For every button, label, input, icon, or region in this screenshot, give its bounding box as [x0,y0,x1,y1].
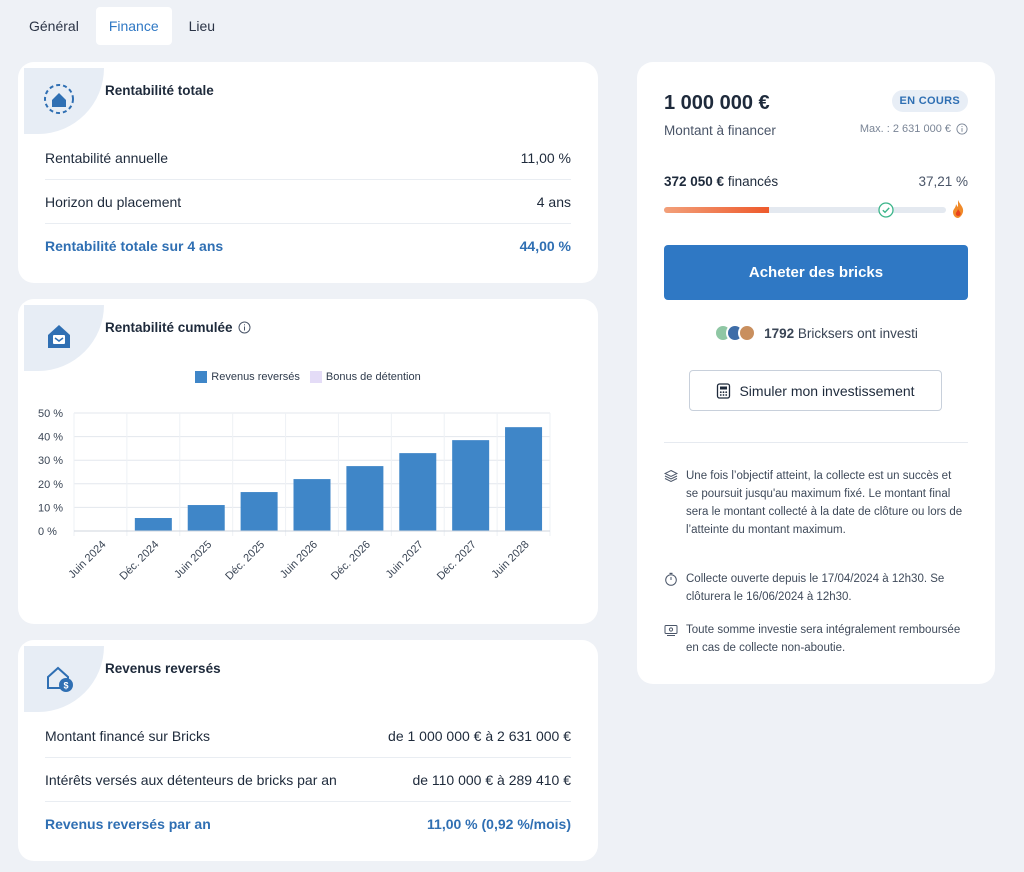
row-label: Revenus reversés par an [45,816,211,832]
revenus-reverses-card: $ Revenus reversés Montant financé sur B… [18,640,598,861]
x-tick-label: Déc. 2024 [118,539,162,583]
row-value: 11,00 % [520,149,571,166]
info-text: Collecte ouverte depuis le 17/04/2024 à … [686,573,945,603]
bar [399,453,437,531]
avatar [738,324,757,342]
divider [664,442,968,443]
card-icon-background [24,68,104,134]
info-text: Toute somme investie sera intégralement … [686,624,961,654]
bar [505,427,543,531]
investor-avatars [714,324,757,342]
x-tick-label: Juin 2027 [384,539,426,581]
simulate-label: Simuler mon investissement [739,382,915,399]
funded-suffix: financés [727,174,779,189]
amount-label: Montant à financer [664,123,776,138]
x-tick-label: Juin 2028 [489,539,531,581]
x-tick-label: Déc. 2025 [223,539,267,583]
funded-value: 372 050 € [664,174,725,189]
row-value: 44,00 % [519,238,571,254]
tab-finance[interactable]: Finance [95,7,172,45]
y-tick-label: 0 % [38,526,57,538]
info-dates: Collecte ouverte depuis le 17/04/2024 à … [664,570,965,606]
rentabilite-totale-row: Rentabilité totale sur 4 ans 44,00 % [45,224,571,268]
y-tick-label: 50 % [38,408,63,420]
tab-general[interactable]: Général [16,7,92,45]
svg-text:$: $ [63,681,68,691]
refund-icon [664,625,678,636]
rentabilite-totale-card: Rentabilité totale Rentabilité annuelle … [18,62,598,283]
montant-finance-row: Montant financé sur Bricks de 1 000 000 … [45,714,571,758]
house-target-icon [44,84,74,114]
card-title: Rentabilité totale [105,83,214,98]
revenus-par-an-row: Revenus reversés par an 11,00 % (0,92 %/… [45,802,571,846]
funding-progress [664,200,968,218]
y-tick-label: 10 % [38,502,63,514]
funding-panel: 1 000 000 € EN COURS Montant à financer … [637,62,995,684]
progress-fill [664,207,769,213]
row-label: Intérêts versés aux détenteurs de bricks… [45,771,337,788]
house-coin-icon: $ [47,666,73,692]
funded-amount: 372 050 € financés [664,174,778,189]
flame-icon [953,200,964,218]
layers-icon [664,469,678,483]
tab-lieu[interactable]: Lieu [176,7,228,45]
x-tick-label: Déc. 2027 [435,539,479,583]
rentabilite-annuelle-row: Rentabilité annuelle 11,00 % [45,136,571,180]
status-badge: EN COURS [891,90,968,112]
row-label: Montant financé sur Bricks [45,727,210,744]
stopwatch-icon [665,572,677,586]
info-refund: Toute somme investie sera intégralement … [664,621,965,657]
x-tick-label: Juin 2024 [66,539,108,581]
investors-count: 1792 Bricksers ont investi [637,324,995,342]
tab-bar: Général Finance Lieu [16,7,228,45]
funded-percentage: 37,21 % [918,174,968,189]
row-label: Rentabilité totale sur 4 ans [45,238,224,254]
bar [293,479,331,531]
row-label: Horizon du placement [45,193,182,210]
bar [134,518,172,531]
rentabilite-cumulee-card: Rentabilité cumulée Revenus reversés Bon… [18,299,598,624]
y-tick-label: 30 % [38,455,63,467]
card-icon-background: $ [24,646,104,712]
max-amount-text: Max. : 2 631 000 € [859,123,951,135]
buy-bricks-button[interactable]: Acheter des bricks [664,245,968,300]
bar-chart: 0 %10 %20 %30 %40 %50 %Juin 2024 Déc. 202… [38,408,551,583]
info-text: Une fois l’objectif atteint, la collecte… [686,470,963,536]
bar [452,440,490,531]
row-value: de 1 000 000 € à 2 631 000 € [388,727,571,744]
info-objective: Une fois l’objectif atteint, la collecte… [664,467,965,539]
bar [187,505,225,531]
investors-text: Bricksers ont investi [797,325,918,341]
target-amount: 1 000 000 € [664,92,770,114]
x-tick-label: Déc. 2026 [329,539,373,583]
row-value: 11,00 % (0,92 %/mois) [427,816,571,832]
row-label: Rentabilité annuelle [45,149,168,166]
calculator-icon [717,382,731,399]
horizon-row: Horizon du placement 4 ans [45,180,571,224]
interets-row: Intérêts versés aux détenteurs de bricks… [45,758,571,802]
info-circle-icon[interactable] [956,123,968,135]
simulate-investment-button[interactable]: Simuler mon investissement [689,370,942,411]
x-tick-label: Juin 2026 [278,539,320,581]
bar [346,466,384,531]
investors-number: 1792 [764,325,795,341]
x-tick-label: Juin 2025 [172,539,214,581]
bar [240,492,278,531]
y-tick-label: 20 % [38,479,63,491]
max-amount: Max. : 2 631 000 € [860,123,968,135]
card-title: Revenus reversés [105,661,221,676]
y-tick-label: 40 % [38,432,63,444]
check-circle-icon [878,202,894,218]
row-value: 4 ans [536,193,571,210]
row-value: de 110 000 € à 289 410 € [412,771,571,788]
